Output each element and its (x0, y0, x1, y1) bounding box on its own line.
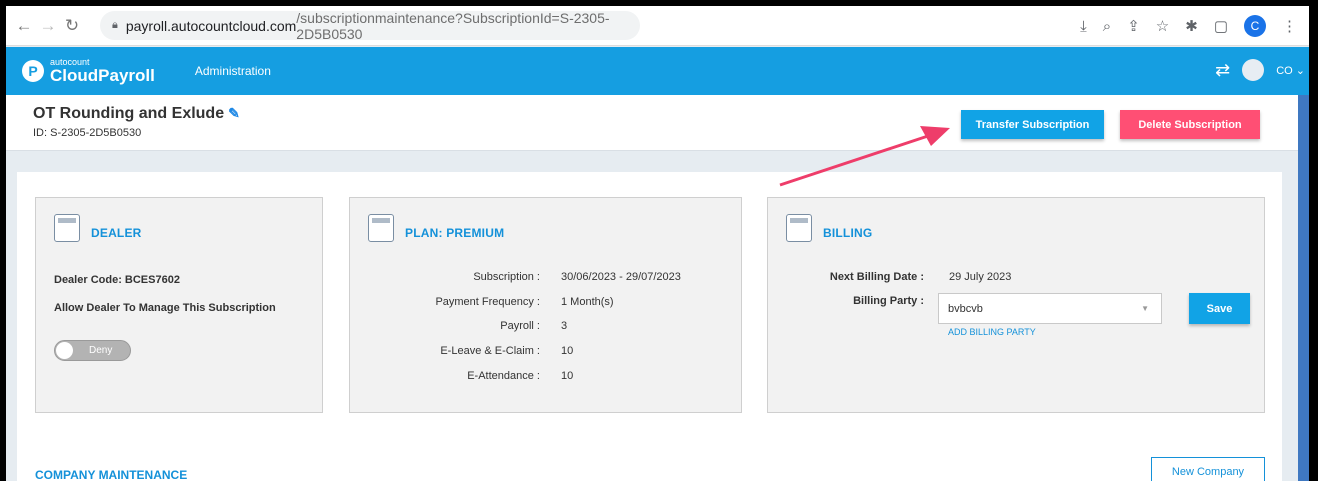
plan-row-value: 10 (561, 370, 574, 382)
next-billing-label: Next Billing Date : (829, 271, 924, 283)
plan-row-value: 10 (561, 345, 574, 357)
lock-icon: 🔒︎ (112, 19, 118, 31)
logo-mark-icon: P (22, 60, 44, 82)
address-bar[interactable]: 🔒︎ payroll.autocountcloud.com/subscripti… (100, 9, 640, 42)
plan-row-value: 30/06/2023 - 29/07/2023 (561, 271, 681, 283)
bookmark-star-icon[interactable]: ☆ (1156, 17, 1169, 35)
transfer-subscription-button[interactable]: Transfer Subscription (961, 110, 1104, 139)
plan-row-value: 1 Month(s) (561, 296, 614, 308)
billing-party-label: Billing Party : (853, 295, 924, 307)
plan-card: PLAN: PREMIUM Subscription : 30/06/2023 … (349, 197, 742, 413)
company-maintenance-title: COMPANY MAINTENANCE (35, 468, 188, 481)
share-icon[interactable]: ⇪ (1127, 17, 1140, 35)
zoom-icon[interactable]: ⌕ (1103, 18, 1111, 35)
toggle-knob (56, 342, 73, 359)
chevron-down-icon: ▼ (1141, 304, 1149, 313)
add-billing-party-link[interactable]: ADD BILLING PARTY (948, 327, 1036, 337)
plan-row-label: E-Leave & E-Claim : (440, 345, 540, 357)
back-icon[interactable]: ← (12, 16, 36, 36)
screen: ← → ↻ 🔒︎ payroll.autocountcloud.com/subs… (6, 0, 1309, 481)
next-billing-value: 29 July 2023 (949, 271, 1012, 283)
allow-dealer-toggle[interactable]: Deny (54, 340, 131, 361)
dealer-card: DEALER Dealer Code: BCES7602 Allow Deale… (35, 197, 323, 413)
new-company-button[interactable]: New Company (1151, 457, 1265, 481)
app-header: P autocount CloudPayroll Administration … (6, 47, 1309, 95)
page-scrollbar[interactable] (1298, 95, 1309, 481)
billing-party-value: bvbcvb (948, 303, 983, 315)
browser-toolbar: ← → ↻ 🔒︎ payroll.autocountcloud.com/subs… (6, 6, 1309, 46)
dealer-title: DEALER (91, 226, 142, 240)
save-button[interactable]: Save (1189, 293, 1250, 324)
billing-party-select[interactable]: bvbcvb ▼ (938, 293, 1162, 324)
billing-icon (786, 214, 812, 242)
plan-row-value: 3 (561, 320, 568, 332)
subscription-name: OT Rounding and Exlude (33, 105, 225, 122)
main-panel: DEALER Dealer Code: BCES7602 Allow Deale… (17, 172, 1282, 481)
url-host: payroll.autocountcloud.com (125, 17, 297, 34)
plan-icon (368, 214, 394, 242)
billing-title: BILLING (823, 226, 873, 240)
user-menu[interactable]: CO ⌄ (1276, 64, 1305, 77)
toggle-label: Deny (89, 345, 113, 356)
reload-icon[interactable]: ↻ (60, 16, 84, 36)
plan-row-label: Subscription : (473, 271, 540, 283)
plan-title: PLAN: PREMIUM (405, 226, 505, 240)
plan-row-label: Payment Frequency : (435, 296, 540, 308)
user-avatar[interactable] (1242, 59, 1265, 81)
page-title: OT Rounding and Exlude ✎ (33, 105, 240, 123)
nav-administration[interactable]: Administration (195, 64, 271, 78)
plan-row-label: Payroll : (500, 320, 540, 332)
delete-subscription-button[interactable]: Delete Subscription (1120, 110, 1260, 139)
browser-profile-avatar[interactable]: C (1244, 15, 1266, 37)
install-icon[interactable]: ⤓ (1080, 18, 1087, 35)
header-user-area: ⇄ CO ⌄ (1215, 59, 1309, 81)
browser-tools: ⤓ ⌕ ⇪ ☆ ✱ ▢ C ⋮ (1080, 15, 1297, 37)
user-code: CO (1276, 64, 1293, 77)
logo-big-text: CloudPayroll (50, 66, 155, 85)
subscription-id: ID: S-2305-2D5B0530 (33, 127, 142, 139)
dealer-code: Dealer Code: BCES7602 (54, 274, 180, 286)
forward-icon[interactable]: → (36, 16, 60, 36)
browser-menu-icon[interactable]: ⋮ (1282, 17, 1297, 35)
sidebar-icon[interactable]: ▢ (1214, 17, 1228, 35)
page-header: OT Rounding and Exlude ✎ ID: S-2305-2D5B0… (6, 95, 1298, 151)
app-logo[interactable]: P autocount CloudPayroll (22, 58, 155, 84)
url-path: /subscriptionmaintenance?SubscriptionId=… (296, 9, 610, 42)
extensions-icon[interactable]: ✱ (1185, 17, 1198, 35)
billing-card: BILLING Next Billing Date : 29 July 2023… (767, 197, 1265, 413)
plan-row-label: E-Attendance : (467, 370, 540, 382)
switch-icon[interactable]: ⇄ (1215, 60, 1230, 81)
edit-pencil-icon[interactable]: ✎ (228, 105, 240, 121)
dealer-icon (54, 214, 80, 242)
allow-dealer-label: Allow Dealer To Manage This Subscription (54, 302, 276, 314)
